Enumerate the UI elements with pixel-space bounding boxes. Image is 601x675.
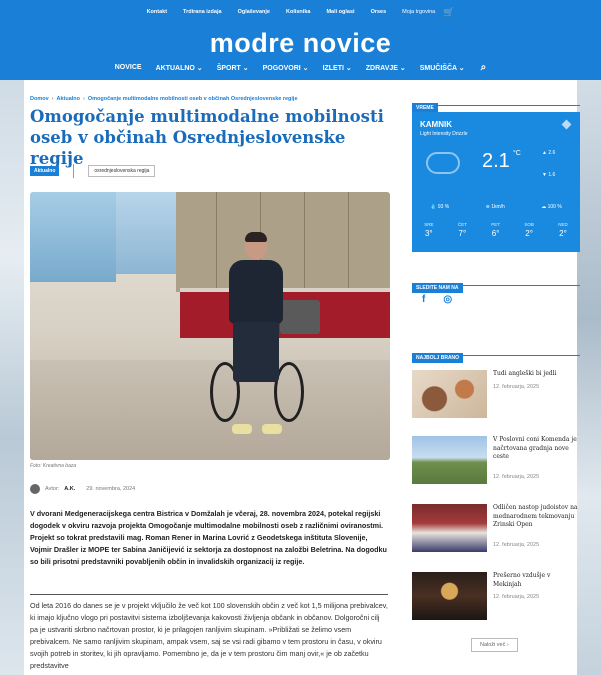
weather-section-header: VREME: [412, 96, 580, 113]
item-title[interactable]: V Poslovni coni Komenda je načrtovana gr…: [493, 436, 580, 462]
weather-logo-icon: [561, 119, 572, 130]
author-name[interactable]: A.K.: [64, 486, 75, 492]
weather-city: KAMNIK: [420, 120, 452, 129]
weather-description: Light Intensity Drizzle: [420, 131, 468, 137]
item-title[interactable]: Prešerno vzdušje v Mekinjah: [493, 572, 580, 589]
item-title[interactable]: Tudi angleški bi jedli: [493, 370, 580, 379]
region-tag[interactable]: osrednjeslovenska regija: [88, 165, 156, 177]
weather-unit: °C: [513, 150, 521, 157]
cloud-stat: ☁ 100 %: [541, 204, 562, 210]
item-date: 12. februarja, 2025: [493, 474, 540, 480]
breadcrumb-home[interactable]: Domov: [30, 96, 49, 102]
topbar-link-orses[interactable]: Orses: [371, 9, 387, 15]
nav-item-novice[interactable]: NOVICE: [115, 64, 142, 71]
follow-section-header: SLEDITE NAM NA: [412, 276, 580, 293]
article-tags: Aktualno osrednjeslovenska regija: [30, 164, 156, 178]
wind-stat: ≋ 1km/h: [485, 204, 505, 210]
nav-item-sport[interactable]: ŠPORT ⌄: [217, 64, 249, 72]
nav-item-pogovori[interactable]: POGOVORI ⌄: [263, 64, 309, 72]
main-nav: NOVICE AKTUALNO ⌄ ŠPORT ⌄ POGOVORI ⌄ IZL…: [0, 62, 601, 73]
item-title[interactable]: Odličen nastop judoistov na mednarodnem …: [493, 504, 580, 530]
site-header: modre novice NOVICE AKTUALNO ⌄ ŠPORT ⌄ P…: [0, 24, 601, 80]
breadcrumb-current: Omogočanje multimodalne mobilnosti oseb …: [87, 96, 298, 102]
drizzle-cloud-icon: [426, 152, 460, 174]
item-date: 12. februarja, 2025: [493, 384, 540, 390]
social-icons: f ◎: [422, 294, 452, 305]
list-item[interactable]: V Poslovni coni Komenda je načrtovana gr…: [412, 436, 580, 492]
search-icon[interactable]: ⌕: [481, 62, 487, 73]
topbar-link-izdaja[interactable]: Trdirana izdaja: [183, 9, 222, 15]
item-date: 12. februarja, 2025: [493, 594, 540, 600]
item-date: 12. februarja, 2025: [493, 542, 540, 548]
author-label: Avtor:: [45, 486, 60, 492]
weather-widget: KAMNIK Light Intensity Drizzle 2.1 °C ▲ …: [412, 112, 580, 252]
weather-forecast: SRE 3° ČET 7° PET 6° SOB 2° NED 2°: [412, 222, 580, 238]
lead-divider: [30, 594, 388, 595]
article-photo: [30, 192, 390, 460]
item-thumbnail[interactable]: [412, 370, 487, 418]
topbar-link-trgovina[interactable]: Moja trgovina: [402, 9, 435, 15]
list-item[interactable]: Odličen nastop judoistov na mednarodnem …: [412, 504, 580, 560]
list-item[interactable]: Prešerno vzdušje v Mekinjah 12. februarj…: [412, 572, 580, 628]
weather-low: ▼ 1.6: [542, 172, 556, 178]
site-logo[interactable]: modre novice: [0, 28, 601, 59]
cart-icon[interactable]: 🛒: [443, 7, 454, 18]
item-thumbnail[interactable]: [412, 504, 487, 552]
top-bar: Kontakt Trdirana izdaja Oglaševanje Koli…: [0, 0, 601, 24]
humidity-stat: 💧 93 %: [430, 204, 450, 210]
nav-item-zdravje[interactable]: ZDRAVJE ⌄: [366, 64, 406, 72]
nav-item-izleti[interactable]: IZLETI ⌄: [323, 64, 352, 72]
weather-high: ▲ 2.6: [542, 150, 556, 156]
item-thumbnail[interactable]: [412, 436, 487, 484]
weather-temperature: 2.1: [482, 150, 510, 172]
author-avatar: [30, 484, 40, 494]
nav-item-aktualno[interactable]: AKTUALNO ⌄: [156, 64, 203, 72]
forecast-day: ČET 7°: [457, 222, 467, 238]
breadcrumb-aktualno[interactable]: Aktualno: [56, 96, 80, 102]
forecast-day: SOB 2°: [524, 222, 534, 238]
forecast-day: PET 6°: [491, 222, 500, 238]
article-body: Od leta 2016 do danes se je v projekt vk…: [30, 601, 388, 670]
breadcrumb: Domov › Aktualno › Omogočanje multimodalne m…: [30, 96, 298, 102]
forecast-day: SRE 3°: [424, 222, 434, 238]
article-date: 29. novembra, 2024: [86, 486, 136, 492]
list-item[interactable]: Tudi angleški bi jedli 12. februarja, 20…: [412, 370, 580, 426]
page-content: Domov › Aktualno › Omogočanje multimodalne m…: [24, 80, 580, 675]
photo-caption: Foto: Kreativna baza: [30, 463, 77, 469]
category-tag[interactable]: Aktualno: [30, 166, 60, 176]
topbar-link-mali-oglasi[interactable]: Mali oglasi: [326, 9, 354, 15]
topbar-link-kontakt[interactable]: Kontakt: [147, 9, 167, 15]
topbar-link-oglasevanje[interactable]: Oglaševanje: [238, 9, 270, 15]
weather-stats: 💧 93 % ≋ 1km/h ☁ 100 %: [412, 204, 580, 210]
article-lead: V dvorani Medgeneracijskega centra Bistr…: [30, 509, 387, 566]
article-title: Omogočanje multimodalne mobilnosti oseb …: [30, 107, 384, 168]
nav-item-smucisca[interactable]: SMUČIŠČA ⌄: [420, 64, 465, 72]
follow-section-title: SLEDITE NAM NA: [412, 283, 463, 293]
item-thumbnail[interactable]: [412, 572, 487, 620]
instagram-icon[interactable]: ◎: [443, 294, 452, 305]
topbar-link-kolisnika[interactable]: Kolisnika: [286, 9, 310, 15]
load-more-button[interactable]: Naloži več ›: [471, 638, 518, 652]
forecast-day: NED 2°: [558, 222, 568, 238]
background-left: [0, 80, 24, 675]
popular-section-title: NAJBOLJ BRANO: [412, 353, 464, 363]
background-right: [577, 80, 601, 675]
popular-section-header: NAJBOLJ BRANO: [412, 346, 580, 363]
author-line: Avtor: A.K. 29. novembra, 2024: [30, 484, 135, 494]
tag-divider: [73, 164, 75, 178]
facebook-icon[interactable]: f: [422, 294, 425, 305]
